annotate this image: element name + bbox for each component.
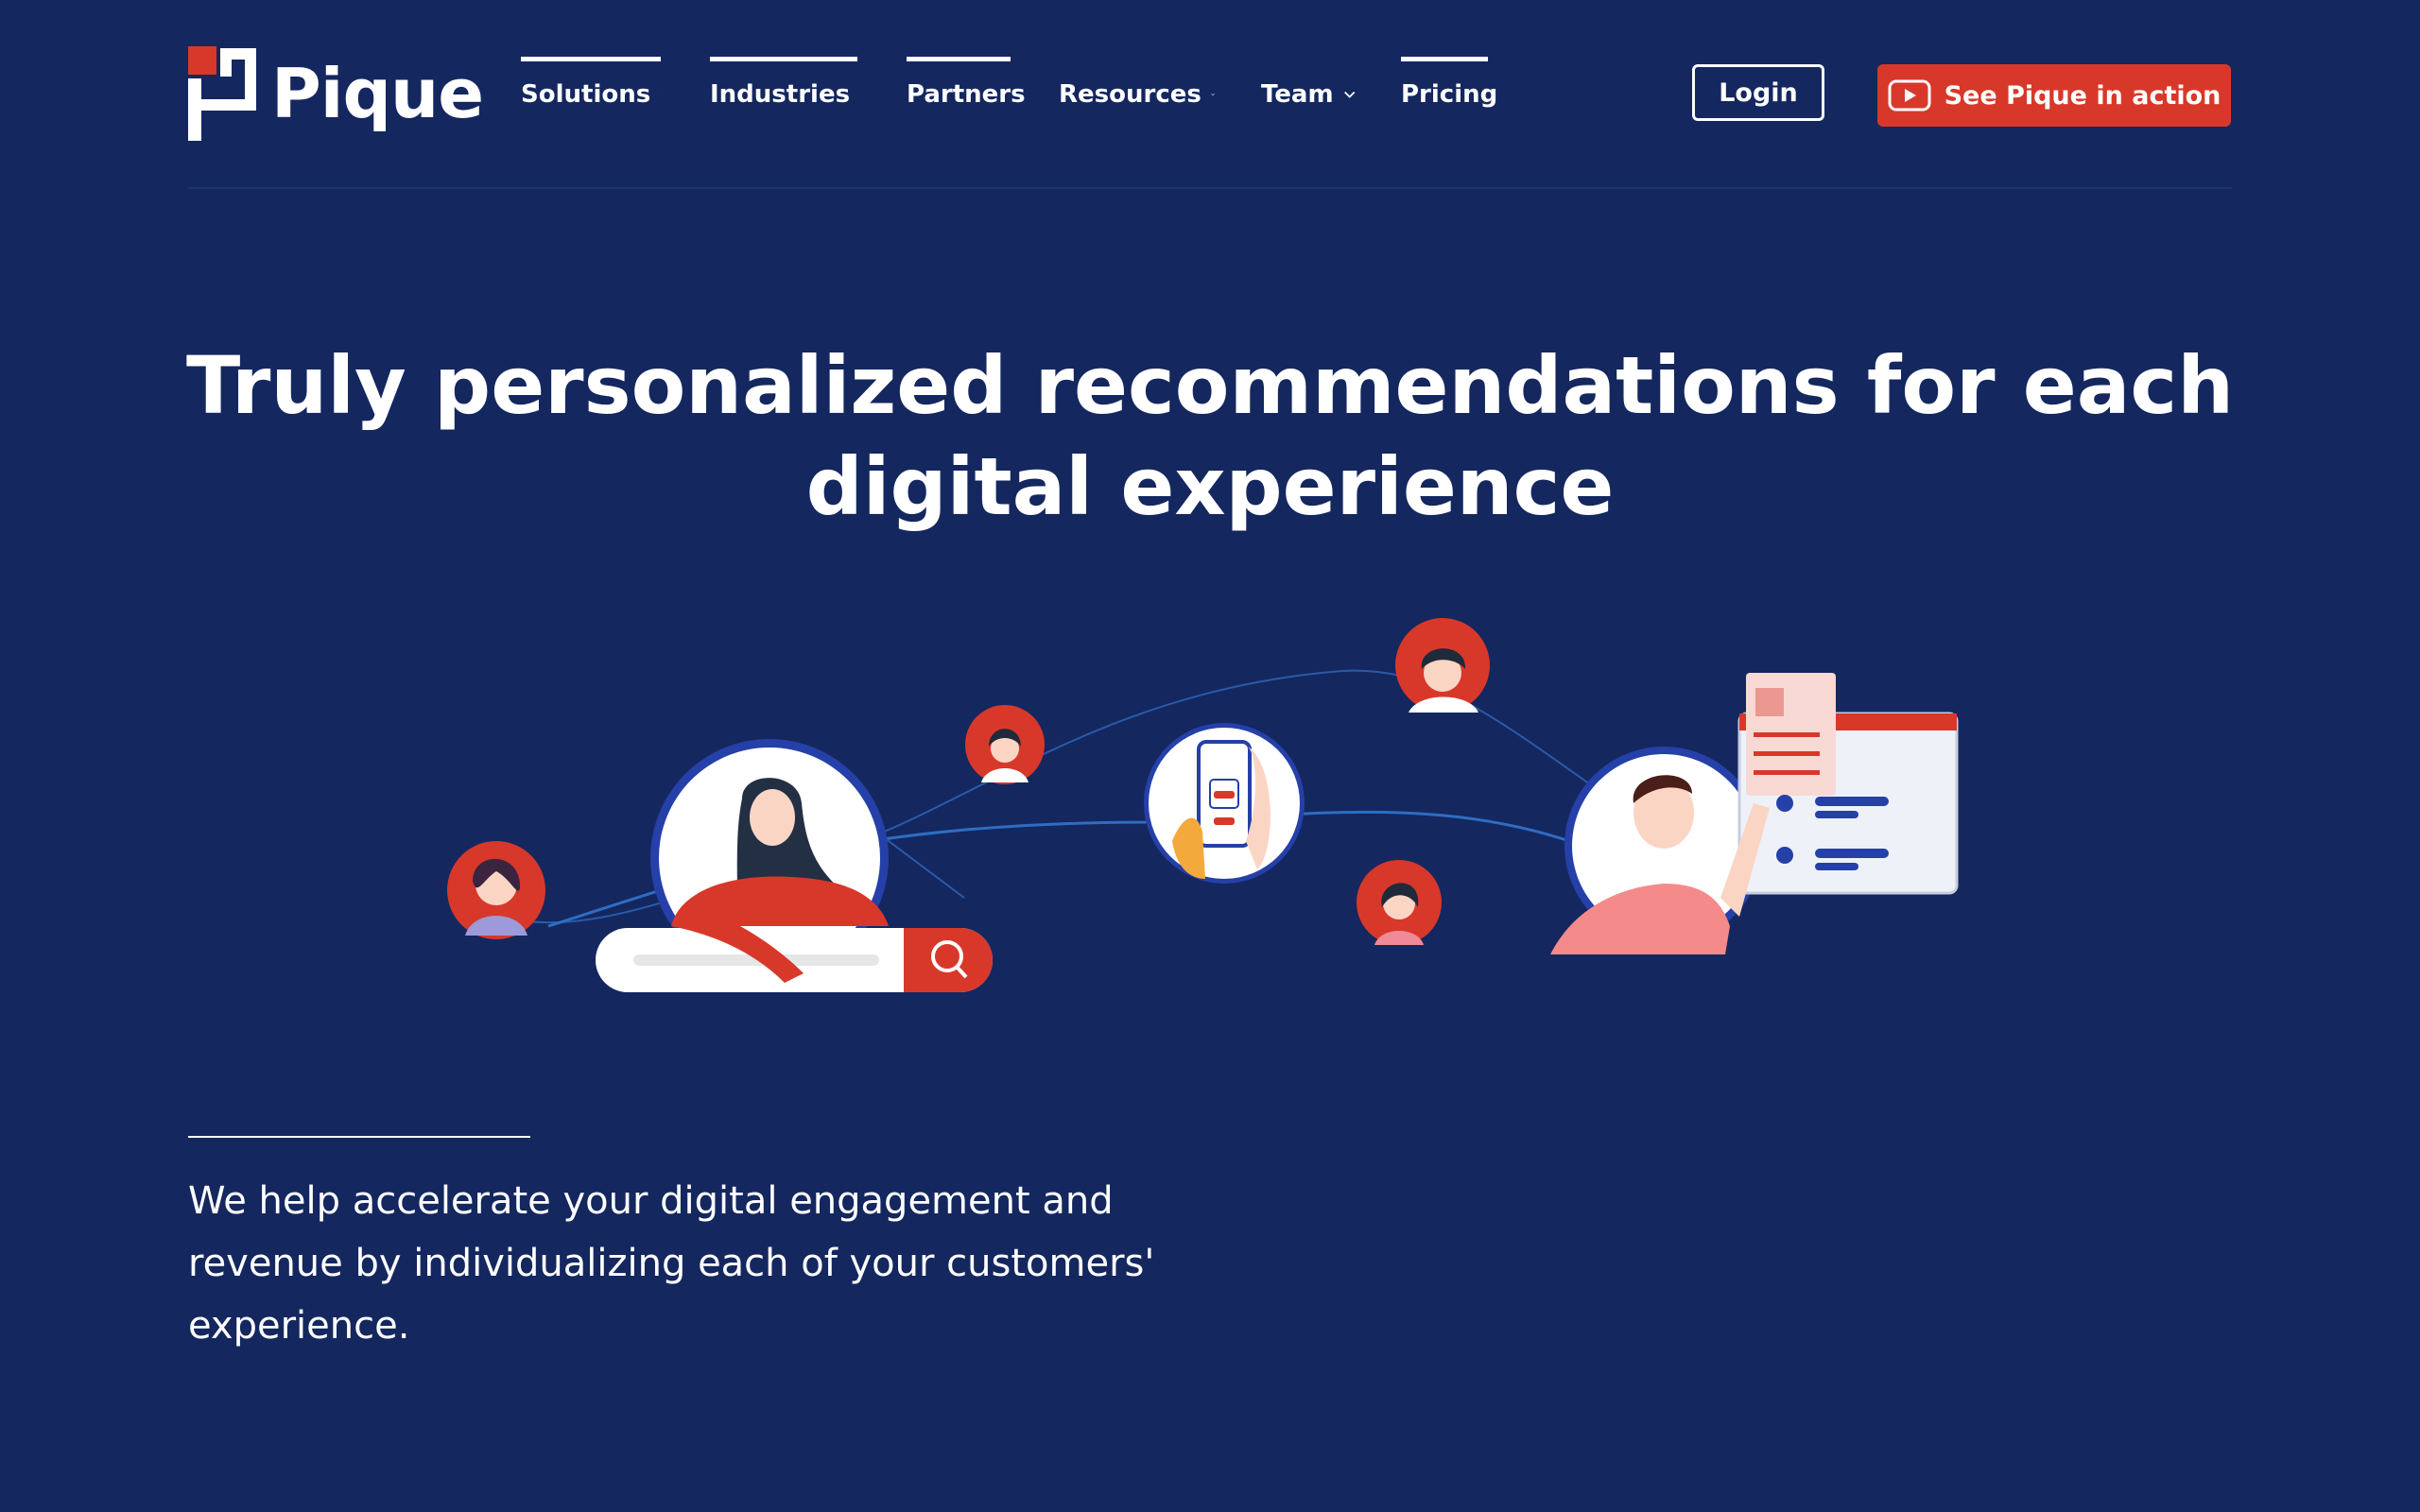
- header-divider: [188, 187, 2232, 189]
- nav-item-partners[interactable]: Partners: [907, 57, 1026, 132]
- nav-item-pricing[interactable]: Pricing: [1401, 57, 1497, 132]
- logo[interactable]: Pique: [188, 46, 484, 141]
- nav-active-bar: [521, 57, 661, 61]
- chevron-down-icon: [1343, 91, 1355, 98]
- headline-line-1: Truly personalized recommendations for e…: [185, 339, 2235, 432]
- cta-label: See Pique in action: [1944, 80, 2221, 111]
- nav-item-solutions[interactable]: Solutions: [521, 57, 661, 132]
- intro-rule: [188, 1136, 530, 1138]
- intro-text: We help accelerate your digital engageme…: [188, 1179, 1155, 1348]
- nav-item-label: Solutions: [521, 80, 651, 109]
- nav-item-label: Industries: [710, 80, 851, 109]
- phone-shopping-icon: [1144, 723, 1305, 884]
- see-pique-in-action-button[interactable]: See Pique in action: [1877, 64, 2231, 127]
- logo-mark-icon: [188, 46, 260, 141]
- avatar-icon: [1357, 860, 1442, 945]
- nav-item-label: Pricing: [1401, 80, 1498, 109]
- avatar-icon: [965, 705, 1045, 784]
- nav-item-team[interactable]: Team: [1261, 57, 1356, 132]
- hero-headline: Truly personalized recommendations for e…: [95, 335, 2325, 538]
- headline-line-2: digital experience: [805, 440, 1615, 533]
- man-profile-icon: [1550, 673, 1959, 954]
- logo-wordmark: Pique: [271, 54, 484, 133]
- login-button[interactable]: Login: [1692, 64, 1824, 121]
- play-icon: [1888, 79, 1931, 112]
- nav-item-label: Partners: [907, 80, 1026, 109]
- nav-item-industries[interactable]: Industries: [710, 57, 857, 132]
- nav-active-bar: [710, 57, 857, 61]
- personalization-network-illustration: [435, 614, 1985, 1021]
- avatar-icon: [447, 841, 545, 939]
- nav-item-label: Resources: [1059, 80, 1201, 109]
- chevron-down-icon: [1211, 94, 1215, 96]
- chevron-down-icon: [660, 94, 661, 95]
- nav-active-bar: [907, 57, 1011, 61]
- nav-item-resources[interactable]: Resources: [1059, 57, 1215, 132]
- avatar-icon: [1395, 618, 1490, 713]
- nav-item-label: Team: [1261, 80, 1334, 109]
- nav-active-bar: [1401, 57, 1488, 61]
